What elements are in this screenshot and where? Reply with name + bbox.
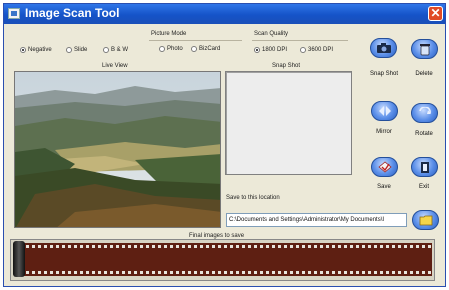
browse-folder-button[interactable] (412, 210, 439, 230)
title-bar[interactable]: Image Scan Tool ✕ (4, 4, 445, 24)
filmstrip-sprocket-top (14, 245, 432, 248)
snap-shot-preview (225, 71, 352, 175)
radio-bw[interactable]: B & W (103, 47, 128, 53)
picture-mode-divider (149, 40, 242, 41)
radio-bizcard-indicator[interactable] (191, 46, 197, 52)
picture-mode-label: Picture Mode (151, 31, 187, 37)
window-title: Image Scan Tool (25, 6, 120, 20)
rotate-button[interactable] (411, 103, 438, 123)
radio-3600dpi-indicator[interactable] (300, 47, 306, 53)
radio-1800dpi-indicator[interactable] (254, 47, 260, 53)
delete-button-label: Delete (415, 71, 433, 77)
radio-slide[interactable]: Slide (66, 47, 87, 53)
save-icon (372, 158, 397, 176)
live-view-image (14, 71, 221, 228)
trash-icon (412, 40, 437, 58)
mirror-button[interactable] (371, 101, 398, 121)
radio-negative[interactable]: Negative (20, 47, 52, 53)
radio-bizcard-label: BizCard (199, 46, 221, 52)
folder-icon (413, 211, 438, 229)
close-icon: ✕ (430, 6, 441, 20)
save-button[interactable] (371, 157, 398, 177)
exit-button-label: Exit (418, 184, 429, 190)
landscape-preview (15, 72, 220, 227)
mirror-icon (372, 102, 397, 120)
radio-photo-indicator[interactable] (159, 46, 165, 52)
radio-1800dpi-label: 1800 DPI (262, 47, 288, 53)
close-button[interactable]: ✕ (428, 6, 443, 21)
radio-3600dpi[interactable]: 3600 DPI (300, 47, 333, 53)
exit-button[interactable] (411, 157, 438, 177)
final-images-filmstrip[interactable] (14, 243, 432, 276)
radio-negative-label: Negative (28, 47, 52, 53)
save-path-field[interactable]: C:\Documents and Settings\Administrator\… (226, 213, 407, 227)
save-button-label: Save (377, 184, 391, 190)
radio-photo-label: Photo (167, 46, 183, 52)
film-canister-icon (13, 241, 25, 277)
radio-photo[interactable]: Photo (159, 46, 183, 52)
radio-slide-indicator[interactable] (66, 47, 72, 53)
snap-shot-button[interactable] (370, 38, 397, 58)
radio-bizcard[interactable]: BizCard (191, 46, 220, 52)
rotate-icon (412, 104, 437, 122)
save-location-label: Save to this location (226, 195, 280, 201)
radio-bw-indicator[interactable] (103, 47, 109, 53)
delete-button[interactable] (411, 39, 438, 59)
scan-quality-label: Scan Quality (254, 31, 289, 37)
mirror-button-label: Mirror (376, 129, 392, 135)
scan-quality-divider (252, 40, 348, 41)
camera-icon (371, 39, 396, 57)
radio-3600dpi-label: 3600 DPI (308, 47, 334, 53)
snap-shot-button-label: Snap Shot (369, 71, 399, 77)
radio-1800dpi[interactable]: 1800 DPI (254, 47, 287, 53)
rotate-button-label: Rotate (415, 131, 433, 137)
radio-bw-label: B & W (111, 47, 129, 53)
snap-shot-panel-label: Snap Shot (272, 63, 301, 69)
exit-icon (412, 158, 437, 176)
radio-negative-indicator[interactable] (20, 47, 26, 53)
app-icon (8, 8, 20, 19)
filmstrip-sprocket-bottom (14, 271, 432, 274)
radio-slide-label: Slide (74, 47, 88, 53)
live-view-label: Live View (102, 63, 128, 69)
